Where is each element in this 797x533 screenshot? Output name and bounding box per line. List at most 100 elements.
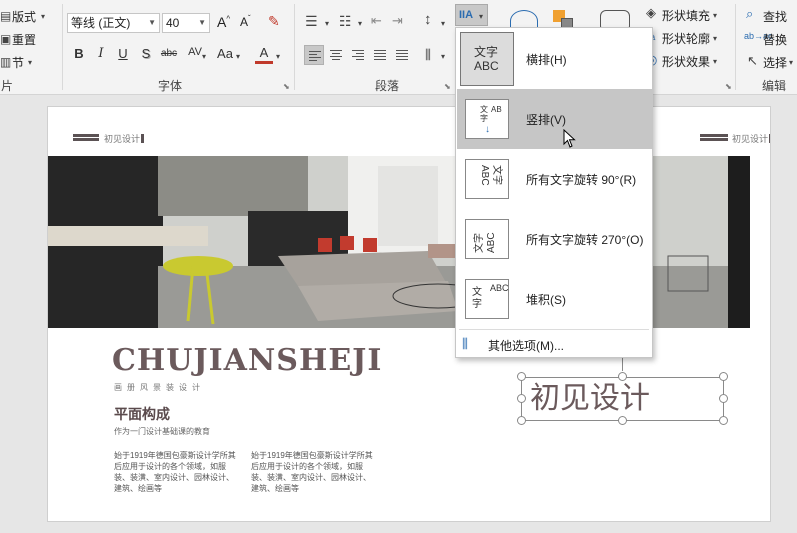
text-direction-icon: IIA [459,9,474,21]
resize-handle[interactable] [517,416,526,425]
columns-icon[interactable]: ⫼ [425,48,431,62]
distributed-button[interactable] [392,45,412,65]
textbox-text[interactable]: 初见设计 [530,381,650,417]
text-direction-icon: ⫼ [462,336,468,351]
tag-bars [73,134,99,143]
menu-item-stacked[interactable]: 文字 ABC 堆积(S) [457,269,652,329]
align-center-icon [330,50,342,62]
italic-button[interactable]: I [92,46,110,61]
ribbon: ▤ 版式 ▾ ▣ 重置 ▥ 节 ▾ 片 等线 (正文) ▼ 40 ▼ A^ Aˇ… [0,0,797,95]
align-right-button[interactable] [348,45,368,65]
mouse-cursor-icon [563,129,576,148]
layout-icon: ▤ [0,9,12,23]
rotation-stem [622,357,623,371]
rotate-270-icon: 文字 ABC [465,219,509,259]
shape-fill-button[interactable]: 形状填充 [662,7,710,24]
reset-button[interactable]: 重置 [12,31,36,48]
chevron-down-icon: ▾ [713,11,718,20]
justify-button[interactable] [370,45,390,65]
font-name-combo[interactable]: 等线 (正文) ▼ [67,13,160,33]
font-dialog-launcher-icon[interactable]: ⬊ [283,82,290,91]
font-size-combo[interactable]: 40 ▼ [162,13,210,33]
numbering-icon[interactable]: ☷ [339,14,352,28]
selected-textbox[interactable]: 初见设计 [521,377,724,421]
resize-handle[interactable] [719,372,728,381]
increase-indent-icon[interactable]: ⇥ [392,14,403,28]
horizontal-text-icon: 文字 ABC [460,32,514,86]
find-button[interactable]: 查找 [763,8,787,25]
chevron-down-icon: ▾ [236,52,241,61]
shape-outline-button[interactable]: 形状轮廓 [662,30,710,47]
vertical-text-icon: 文字 AB ↓ [465,99,509,139]
tag-block [769,134,770,143]
underline-button[interactable]: U [114,46,132,61]
rotate-90-icon: 文字 ABC [465,159,509,199]
brand-title: CHUJIANSHEJI [112,343,383,378]
menu-item-label: 所有文字旋转 90°(R) [526,173,637,187]
section-heading: 平面构成 [114,406,170,422]
distributed-icon [396,50,408,62]
paragraph-dialog-launcher-icon[interactable]: ⬊ [444,82,451,91]
menu-item-label: 堆积(S) [526,293,566,307]
menu-item-vertical[interactable]: 文字 AB ↓ 竖排(V) [457,89,652,149]
eraser-icon[interactable]: ✎ [268,13,280,30]
font-color-button[interactable]: A [255,46,273,64]
select-button[interactable]: 选择 [763,54,787,71]
paragraph-left: 始于1919年德国包豪斯设计学所其后应用于设计的各个领域，如服装、装潢、室内设计… [114,451,236,493]
replace-button[interactable]: 替换 [763,31,787,48]
text-direction-button[interactable]: IIA ▾ [455,4,488,26]
menu-item-rotate-270[interactable]: 文字 ABC 所有文字旋转 270°(O) [457,209,652,269]
text-direction-menu: 文字 ABC 横排(H) 文字 AB ↓ 竖排(V) 文字 ABC 所有文字旋转… [455,27,653,358]
slide-canvas[interactable]: 初见设计 初见设计 CHUJIANSHEJI 画册风景装设计 平面构成 作为一门… [47,106,771,522]
chevron-down-icon: ▾ [28,58,33,67]
resize-handle[interactable] [517,394,526,403]
chevron-down-icon: ▼ [198,18,206,27]
change-case-button[interactable]: Aa [214,46,236,61]
shrink-font-button[interactable]: Aˇ [240,14,251,29]
chevron-down-icon: ▾ [441,52,446,61]
grow-font-button[interactable]: A^ [217,14,230,30]
align-right-icon [352,50,364,62]
font-size-value: 40 [166,16,180,30]
menu-item-horizontal[interactable]: 文字 ABC 横排(H) [457,29,652,89]
divider [62,4,63,90]
section-icon: ▥ [0,55,12,69]
drawing-dialog-launcher-icon[interactable]: ⬊ [725,82,732,91]
chevron-down-icon: ▾ [479,12,484,21]
search-icon: ⌕ [746,6,754,21]
justify-icon [374,50,386,62]
chevron-down-icon: ▾ [325,19,330,28]
section-button[interactable]: 节 [12,54,24,71]
chevron-down-icon: ▾ [41,12,46,21]
strikethrough-button[interactable]: abc [158,48,180,59]
resize-handle[interactable] [618,372,627,381]
resize-handle[interactable] [719,394,728,403]
chevron-down-icon: ▼ [148,18,156,27]
resize-handle[interactable] [719,416,728,425]
align-center-button[interactable] [326,45,346,65]
resize-handle[interactable] [517,372,526,381]
shape-effects-button[interactable]: 形状效果 [662,53,710,70]
slide-workspace: 初见设计 初见设计 CHUJIANSHEJI 画册风景装设计 平面构成 作为一门… [0,95,797,533]
font-group-label: 字体 [158,79,183,93]
font-name-value: 等线 (正文) [71,16,131,30]
bullets-icon[interactable]: ☰ [305,14,318,28]
layout-button[interactable]: 版式 [12,8,36,25]
slides-group-label: 片 [1,79,14,93]
menu-item-rotate-90[interactable]: 文字 ABC 所有文字旋转 90°(R) [457,149,652,209]
align-left-button[interactable] [304,45,324,65]
editing-group-label: 编辑 [762,79,787,93]
resize-handle[interactable] [618,416,627,425]
menu-item-more-options[interactable]: ⫼ 其他选项(M)... [457,330,652,358]
decrease-indent-icon[interactable]: ⇤ [371,14,382,28]
chevron-down-icon: ▾ [713,34,718,43]
chevron-down-icon: ▾ [789,58,794,67]
menu-item-label: 竖排(V) [526,113,566,127]
shadow-button[interactable]: S [137,46,155,61]
divider [294,4,295,90]
tag-bars [700,134,728,143]
line-spacing-icon[interactable]: ↕ [424,12,432,27]
menu-item-label: 其他选项(M)... [488,339,564,353]
bold-button[interactable]: B [70,46,88,61]
tag-block [141,134,144,143]
